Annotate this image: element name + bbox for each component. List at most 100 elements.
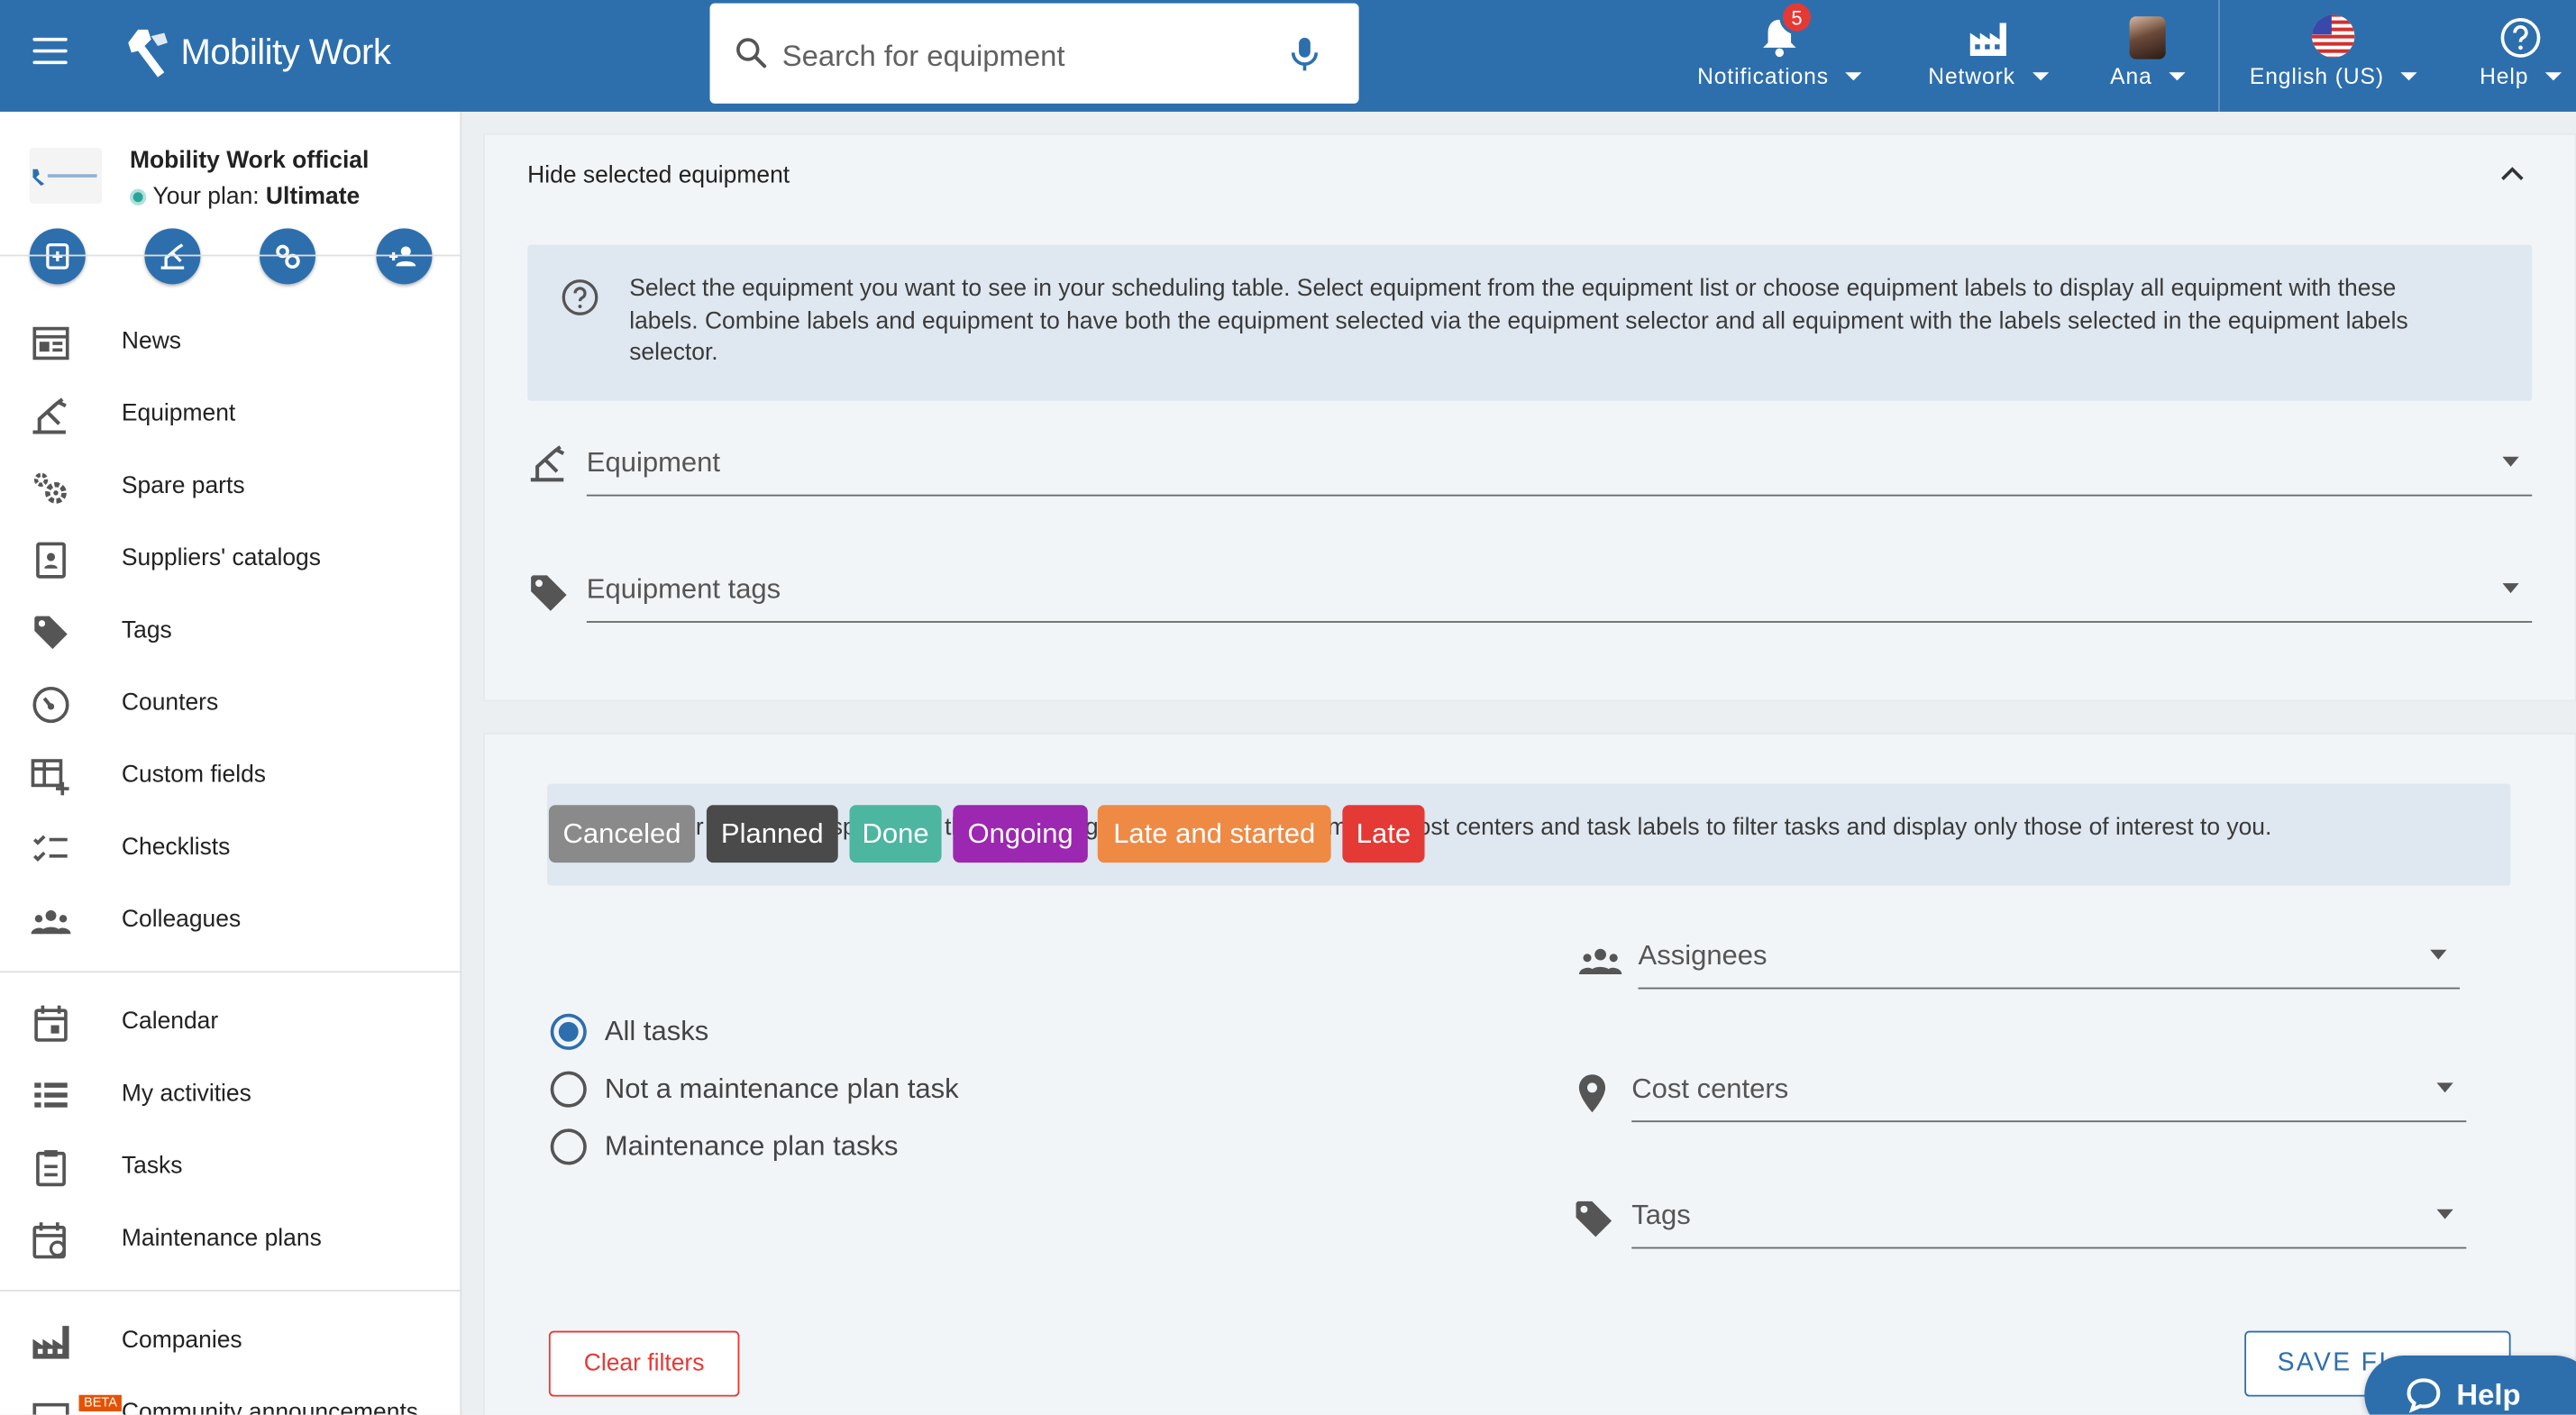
- sidebar: Mobility Work official Your plan: Ultimat…: [0, 111, 462, 1415]
- tag-icon: [1576, 1200, 1612, 1237]
- equipment-icon: [530, 445, 565, 482]
- network-label: Network: [1928, 64, 2015, 89]
- sidebar-item-companies[interactable]: Companies: [0, 1310, 460, 1375]
- tags-select-label: Tags: [1631, 1199, 1691, 1231]
- sidebar-item-equipment[interactable]: Equipment: [0, 383, 460, 449]
- checklist-icon: [30, 830, 72, 870]
- cost-centers-select[interactable]: Cost centers: [1631, 1056, 2467, 1123]
- radio-label: Maintenance plan tasks: [604, 1130, 899, 1162]
- help-label: Help: [2480, 64, 2529, 89]
- status-chip-label: Late: [1356, 817, 1411, 849]
- sidebar-item-calendar[interactable]: Calendar: [0, 990, 460, 1056]
- chevron-down-icon: [2502, 456, 2519, 467]
- sidebar-item-tasks[interactable]: Tasks: [0, 1136, 460, 1201]
- sidebar-item-checklists[interactable]: Checklists: [0, 817, 460, 882]
- status-chip-label: Ongoing: [967, 817, 1073, 849]
- table-add-icon: [30, 757, 72, 797]
- radio-button-checked: [550, 1013, 587, 1050]
- status-chip-done[interactable]: Done: [849, 805, 942, 863]
- avatar: [2129, 16, 2166, 59]
- radio-maintenance-plan-tasks[interactable]: Maintenance plan tasks: [550, 1124, 899, 1170]
- sidebar-item-label: Equipment: [121, 400, 236, 427]
- calendar-cycle-icon: [30, 1220, 72, 1260]
- sidebar-item-news[interactable]: News: [0, 311, 460, 377]
- panel-title[interactable]: Hide selected equipment: [527, 162, 790, 188]
- organization-name: Mobility Work official: [130, 148, 370, 175]
- sidebar-item-label: Custom fields: [121, 762, 267, 790]
- search-input[interactable]: [781, 32, 1275, 79]
- sidebar-item-label: Calendar: [121, 1009, 219, 1036]
- notifications-menu[interactable]: 5 Notifications: [1689, 0, 1870, 102]
- mobility-work-logo-icon: [32, 169, 97, 186]
- status-chip-label: Canceled: [562, 817, 681, 849]
- sidebar-item-label: Counters: [121, 689, 219, 717]
- microphone-icon[interactable]: [1288, 34, 1320, 74]
- status-chip-label: Done: [862, 817, 929, 849]
- clear-filters-button[interactable]: Clear filters: [548, 1330, 740, 1397]
- cost-centers-select-label: Cost centers: [1631, 1073, 1789, 1105]
- sidebar-item-label: Suppliers' catalogs: [121, 545, 321, 572]
- organization-card[interactable]: Mobility Work official Your plan: Ultimat…: [29, 148, 457, 214]
- info-text: Select the equipment you want to see in …: [629, 276, 2408, 367]
- status-chip-planned[interactable]: Planned: [706, 805, 838, 863]
- radio-label: Not a maintenance plan task: [604, 1073, 959, 1105]
- clipboard-icon: [30, 1148, 72, 1188]
- sidebar-item-label: Checklists: [121, 835, 231, 862]
- equipment-tags-select-label: Equipment tags: [586, 573, 781, 605]
- equipment-tags-select[interactable]: Equipment tags: [586, 557, 2533, 623]
- sidebar-item-label: Tags: [121, 617, 172, 644]
- language-menu[interactable]: English (US): [2242, 10, 2425, 102]
- search-box[interactable]: [709, 3, 1359, 104]
- factory-icon: [30, 1323, 72, 1363]
- us-flag-icon: [2311, 14, 2355, 58]
- sidebar-item-my-activities[interactable]: My activities: [0, 1063, 460, 1128]
- radio-all-tasks[interactable]: All tasks: [550, 1009, 709, 1054]
- radio-label: All tasks: [604, 1015, 709, 1047]
- equipment-select[interactable]: Equipment: [586, 431, 2533, 497]
- chevron-down-icon: [2400, 72, 2417, 81]
- chevron-up-icon[interactable]: [2499, 164, 2526, 180]
- sidebar-item-label: My activities: [121, 1081, 251, 1108]
- status-chip-canceled[interactable]: Canceled: [548, 805, 696, 863]
- network-menu[interactable]: Network: [1923, 10, 2054, 102]
- tags-select[interactable]: Tags: [1631, 1183, 2467, 1249]
- sidebar-item-community-announcements[interactable]: BETA Community announcements: [0, 1382, 460, 1415]
- app-logo[interactable]: Mobility Work: [128, 26, 391, 78]
- sidebar-item-label: News: [121, 328, 182, 355]
- sidebar-item-colleagues[interactable]: Colleagues: [0, 889, 460, 954]
- people-icon: [30, 902, 72, 942]
- help-chat-button[interactable]: Help: [2364, 1355, 2576, 1415]
- plan-name: Ultimate: [265, 184, 361, 211]
- calendar-icon: [30, 1004, 72, 1044]
- search-icon: [736, 38, 767, 68]
- sidebar-item-label: Tasks: [121, 1153, 183, 1180]
- chevron-down-icon: [2436, 1209, 2453, 1219]
- assignees-select[interactable]: Assignees: [1638, 924, 2461, 990]
- organization-logo: [29, 148, 103, 205]
- sidebar-item-custom-fields[interactable]: Custom fields: [0, 744, 460, 810]
- status-chip-ongoing[interactable]: Ongoing: [953, 805, 1088, 863]
- radio-not-maintenance-plan-task[interactable]: Not a maintenance plan task: [550, 1066, 959, 1112]
- announcement-icon: BETA: [30, 1394, 123, 1415]
- sidebar-item-maintenance-plans[interactable]: Maintenance plans: [0, 1208, 460, 1274]
- sidebar-item-label: Spare parts: [121, 473, 245, 500]
- help-menu[interactable]: Help: [2474, 10, 2566, 102]
- sidebar-item-suppliers-catalogs[interactable]: Suppliers' catalogs: [0, 527, 460, 593]
- app-name: Mobility Work: [180, 31, 391, 73]
- user-menu[interactable]: Ana: [2105, 10, 2190, 102]
- menu-icon[interactable]: [32, 37, 68, 65]
- status-chip-late[interactable]: Late: [1342, 805, 1425, 863]
- equipment-select-label: Equipment: [586, 446, 720, 479]
- sidebar-item-spare-parts[interactable]: Spare parts: [0, 455, 460, 521]
- chevron-down-icon: [1845, 72, 1862, 81]
- filter-info-box: Filter the tasks displayed in the schedu…: [547, 783, 2511, 886]
- sidebar-item-tags[interactable]: Tags: [0, 599, 460, 665]
- equipment-selection-panel: Hide selected equipment Select the equip…: [482, 132, 2576, 702]
- tag-icon: [30, 613, 72, 653]
- plan-info: Your plan: Ultimate: [130, 184, 360, 210]
- sidebar-item-counters[interactable]: Counters: [0, 672, 460, 738]
- status-chip-label: Planned: [720, 817, 824, 849]
- status-chip-late-and-started[interactable]: Late and started: [1097, 805, 1331, 863]
- sidebar-item-label: Colleagues: [121, 907, 242, 934]
- location-pin-icon: [1578, 1074, 1606, 1113]
